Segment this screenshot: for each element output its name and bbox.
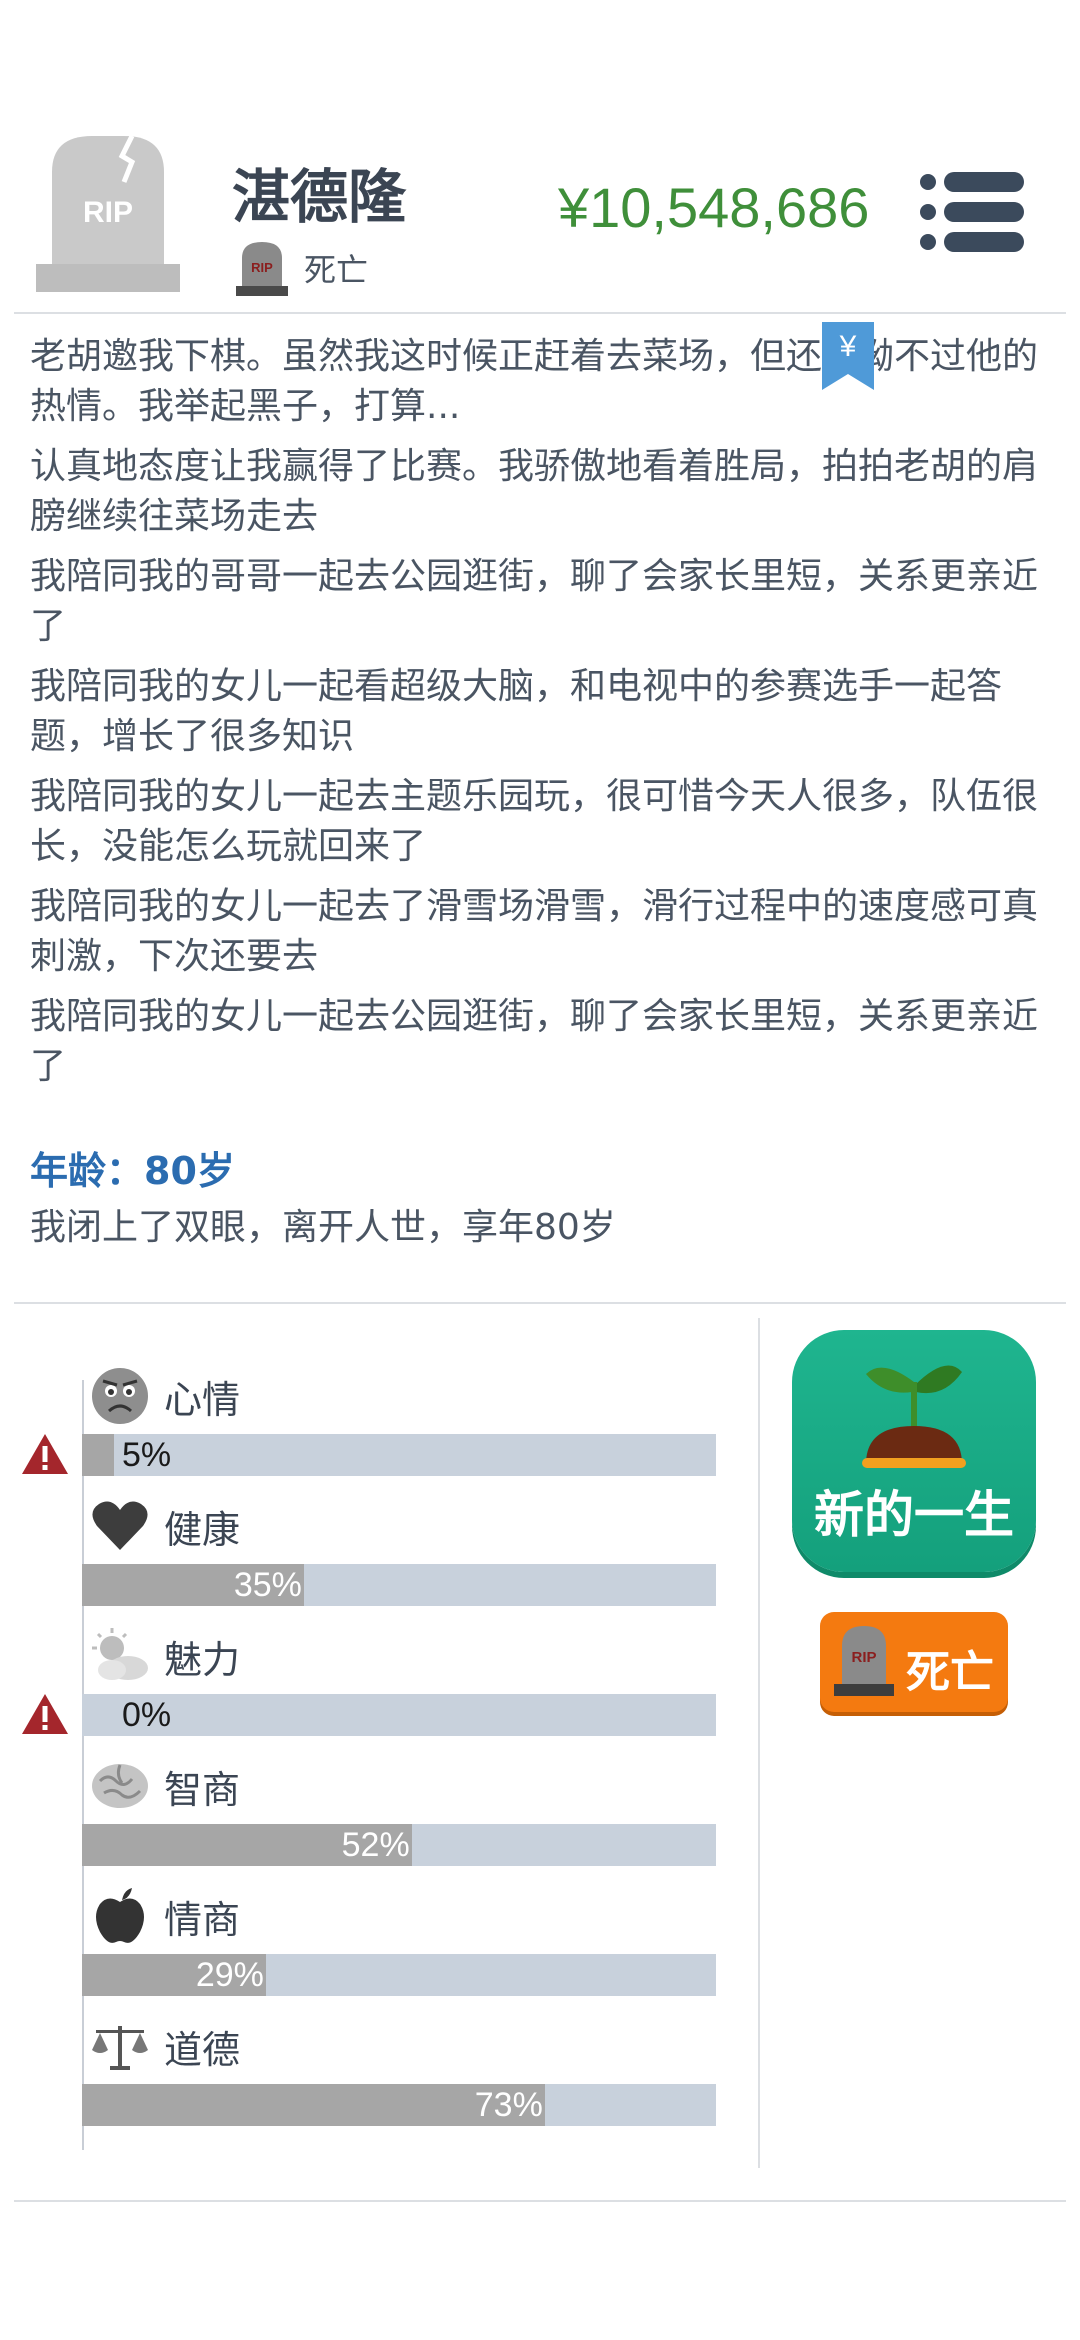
stat-bar: 5% <box>82 1434 716 1476</box>
sprout-icon <box>862 1365 966 1468</box>
bottom-divider <box>14 2200 1066 2202</box>
stat-percent: 73% <box>474 2086 543 2124</box>
stat-label: 魅力 <box>164 1637 241 1682</box>
stat-label: 道德 <box>164 2027 241 2072</box>
scales-icon <box>90 2016 150 2076</box>
stat-bar: 35% <box>82 1564 716 1606</box>
svg-text:RIP: RIP <box>251 260 273 275</box>
log-entry: 我陪同我的女儿一起去了滑雪场滑雪，滑行过程中的速度感可真刺激，下次还要去 <box>30 886 1039 977</box>
stat-label: 智商 <box>164 1767 241 1812</box>
death-message: 我闭上了双眼，离开人世，享年80岁 <box>30 1207 616 1248</box>
new-life-button[interactable]: 新的一生 <box>792 1330 1036 1572</box>
tombstone-avatar-icon: RIP <box>36 134 180 292</box>
stat-percent: 35% <box>233 1566 302 1604</box>
death-button[interactable]: RIP 死亡 <box>820 1612 1008 1712</box>
stat-label: 健康 <box>164 1507 241 1552</box>
yen-bookmark-icon[interactable]: ¥ <box>822 322 874 390</box>
stat-charm: 魅力 <box>90 1626 240 1686</box>
heart-icon <box>90 1496 150 1556</box>
event-log: 老胡邀我下棋。虽然我这时候正赶着去菜场，但还是拗不过他的热情。我举起黑子，打算.… <box>30 332 1040 1102</box>
svg-text:RIP: RIP <box>83 196 133 229</box>
stat-bar: 73% <box>82 2084 716 2126</box>
stat-percent: 29% <box>195 1956 264 1994</box>
stat-bar-fill <box>82 1434 114 1476</box>
stat-eq: 情商 <box>90 1886 240 1946</box>
tombstone-status-icon: RIP <box>236 242 288 296</box>
death-label: 死亡 <box>906 1647 994 1698</box>
brain-icon <box>90 1756 150 1816</box>
sad-face-icon <box>90 1366 150 1426</box>
money-balance: ¥10,548,686 <box>558 176 870 239</box>
stat-mood: 心情 <box>90 1366 240 1426</box>
character-name: 湛德隆 <box>232 163 407 231</box>
warning-icon <box>22 1694 68 1734</box>
apple-icon <box>90 1886 150 1946</box>
tombstone-icon: RIP <box>834 1626 894 1696</box>
status-label: 死亡 <box>304 251 369 289</box>
stat-label: 心情 <box>164 1377 241 1422</box>
stat-bar: 0% <box>82 1694 716 1736</box>
log-entry: 我陪同我的女儿一起看超级大脑，和电视中的参赛选手一起答题，增长了很多知识 <box>30 666 1003 757</box>
svg-text:¥: ¥ <box>839 330 857 363</box>
log-entry: 认真地态度让我赢得了比赛。我骄傲地看着胜局，拍拍老胡的肩膀继续往菜场走去 <box>30 446 1039 537</box>
header-divider <box>14 312 1066 314</box>
log-entry: 我陪同我的哥哥一起去公园逛街，聊了会家长里短，关系更亲近了 <box>30 556 1039 647</box>
stats-axis-line <box>82 1380 84 2150</box>
age-heading: 年龄：80岁 <box>30 1149 235 1193</box>
warning-icon <box>22 1434 68 1474</box>
log-entry: 我陪同我的女儿一起去公园逛街，聊了会家长里短，关系更亲近了 <box>30 996 1039 1087</box>
log-entry: 我陪同我的女儿一起去主题乐园玩，很可惜今天人很多，队伍很长，没能怎么玩就回来了 <box>30 776 1039 867</box>
stat-label: 情商 <box>164 1897 241 1942</box>
panel-separator <box>758 1318 760 2168</box>
stat-iq: 智商 <box>90 1756 240 1816</box>
stat-health: 健康 <box>90 1496 240 1556</box>
stat-bar: 52% <box>82 1824 716 1866</box>
stat-bar: 29% <box>82 1954 716 1996</box>
new-life-label: 新的一生 <box>814 1486 1014 1544</box>
stat-percent: 0% <box>122 1696 172 1734</box>
svg-text:RIP: RIP <box>851 1649 876 1666</box>
sun-cloud-icon <box>90 1626 150 1686</box>
stat-percent: 52% <box>341 1826 410 1864</box>
log-entry: 老胡邀我下棋。虽然我这时候正赶着去菜场，但还是拗不过他的热情。我举起黑子，打算.… <box>30 336 1039 427</box>
stats-divider <box>14 1302 1066 1304</box>
list-menu-icon[interactable] <box>920 172 1024 252</box>
life-status: RIP 死亡 <box>236 240 368 296</box>
stat-percent: 5% <box>122 1436 172 1474</box>
stat-morality: 道德 <box>90 2016 240 2076</box>
